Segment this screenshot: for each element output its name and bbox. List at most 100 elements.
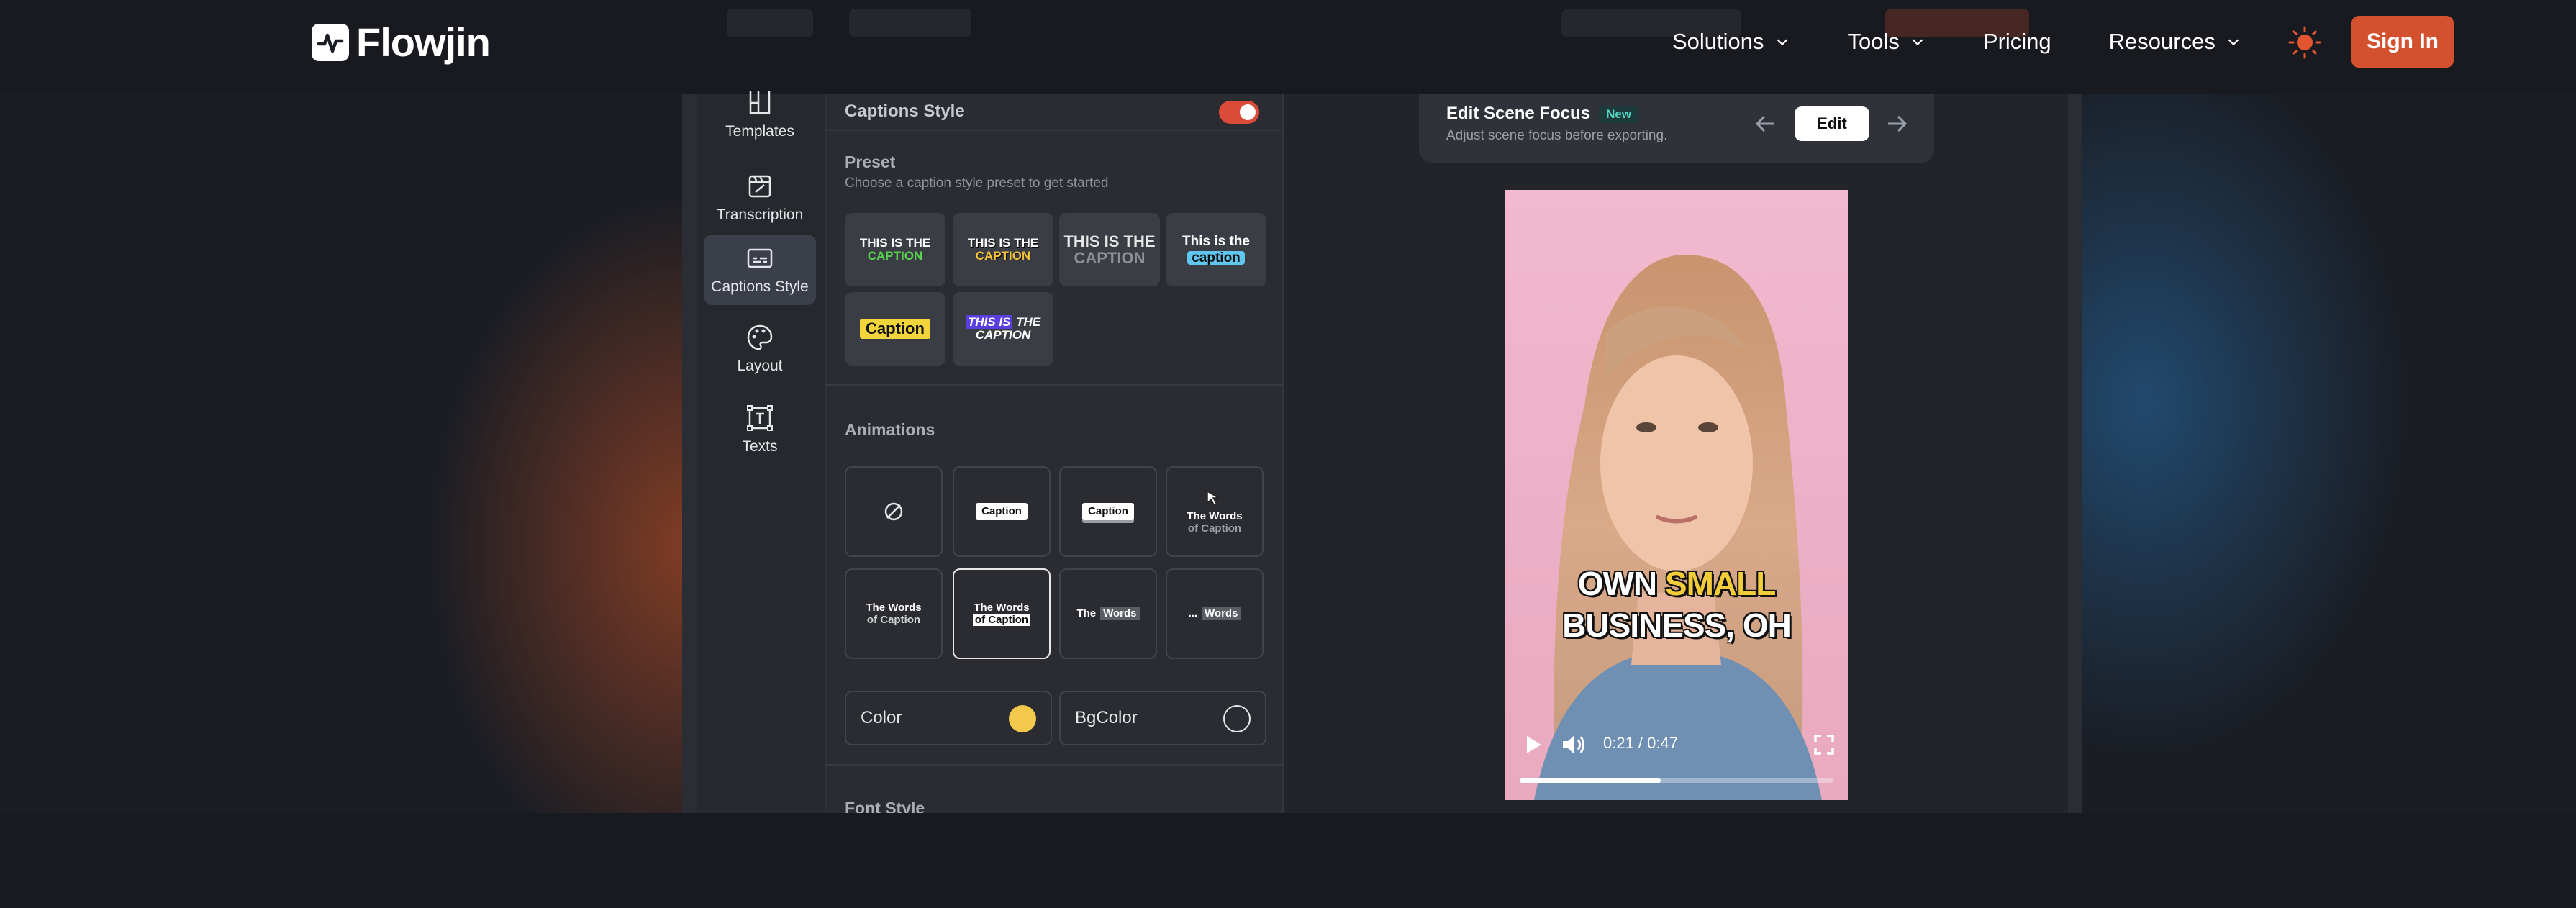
preset-title: Preset: [845, 153, 896, 171]
play-icon[interactable]: [1521, 732, 1546, 757]
captions-icon: [747, 248, 773, 268]
volume-icon[interactable]: [1560, 732, 1587, 757]
video-caption-line: OWN SMALL: [1505, 564, 1848, 603]
preset-line: THIS IS THE: [965, 315, 1040, 330]
sidebar-item-label: Layout: [737, 358, 783, 374]
animation-option[interactable]: Caption: [1059, 466, 1157, 557]
nav-label: Pricing: [1982, 29, 2051, 54]
preset-option[interactable]: THIS IS THE CAPTION: [953, 213, 1053, 286]
font-style-title: Font Style: [845, 799, 925, 813]
scene-title: Edit Scene Focus New: [1446, 104, 1639, 124]
video-caption-line: BUSINESS, OH: [1562, 607, 1792, 644]
animation-word: The Words: [1187, 509, 1243, 522]
nav-tools[interactable]: Tools: [1848, 29, 1926, 55]
preset-option[interactable]: THIS IS THE CAPTION: [845, 213, 945, 286]
color-label: Color: [861, 708, 902, 727]
main-nav: Solutions Tools Pricing Resources: [1672, 0, 2299, 83]
chevron-down-icon: [1912, 39, 1923, 46]
preset-line: THIS IS THE: [1063, 232, 1156, 250]
video-progress-fill: [1520, 778, 1661, 783]
preset-highlight: THIS IS: [965, 315, 1013, 330]
caption-word: OWN: [1577, 565, 1665, 602]
text-box-icon: [747, 405, 773, 431]
animation-label: Caption: [1082, 503, 1134, 520]
preset-subtitle: Choose a caption style preset to get sta…: [845, 176, 1109, 191]
animation-word: of Caption: [1187, 522, 1242, 535]
animation-option-selected[interactable]: The Words of Caption: [953, 568, 1051, 659]
animation-option[interactable]: ... Words: [1166, 568, 1264, 659]
video-progress-bar[interactable]: [1520, 778, 1833, 783]
bgcolor-field[interactable]: BgColor: [1059, 691, 1266, 745]
animation-word: The Words: [974, 601, 1030, 614]
sidebar-item-layout[interactable]: Layout: [704, 314, 816, 384]
animation-word: ...: [1188, 607, 1198, 620]
preset-line: THIS IS THE: [859, 236, 931, 250]
nav-resources[interactable]: Resources: [2109, 29, 2241, 55]
sun-icon: [2288, 26, 2321, 59]
logo[interactable]: Flowjin: [312, 19, 491, 65]
animation-option[interactable]: The Words of Caption: [845, 568, 943, 659]
templates-icon: [749, 91, 771, 114]
animation-option-none[interactable]: [845, 466, 943, 557]
color-field[interactable]: Color: [845, 691, 1052, 745]
sidebar-item-label: Captions Style: [711, 278, 809, 295]
fullscreen-icon[interactable]: [1813, 734, 1835, 755]
animation-option[interactable]: Caption: [953, 466, 1051, 557]
cursor-icon: [1207, 490, 1220, 507]
transcription-icon: [748, 175, 771, 198]
sign-in-button[interactable]: Sign In: [2351, 16, 2454, 68]
preset-option[interactable]: This is the caption: [1166, 213, 1266, 286]
chevron-down-icon: [2228, 39, 2239, 46]
editor-sidebar: Templates Transcription Captions Style L…: [697, 91, 826, 813]
captions-style-panel: Captions Style Preset Choose a caption s…: [826, 94, 1284, 813]
page-footer-area: [0, 813, 2576, 908]
video-frame-person: [1534, 255, 1822, 800]
sidebar-item-transcription[interactable]: Transcription: [704, 163, 816, 233]
animation-option[interactable]: The Words of Caption: [1166, 466, 1264, 557]
sidebar-item-label: Templates: [725, 123, 794, 140]
preset-option[interactable]: THIS IS THE CAPTION: [953, 292, 1053, 366]
arrow-right-icon: [1888, 115, 1908, 132]
next-button[interactable]: [1881, 108, 1913, 140]
nav-pricing[interactable]: Pricing: [1983, 29, 2051, 55]
animation-word: The Words: [866, 601, 922, 614]
edit-button[interactable]: Edit: [1795, 106, 1869, 141]
preset-line: CAPTION: [975, 328, 1031, 342]
preset-line: CAPTION: [1074, 249, 1146, 267]
none-icon: [884, 502, 903, 521]
color-swatch[interactable]: [1009, 705, 1036, 732]
sidebar-item-templates[interactable]: Templates: [704, 79, 816, 150]
video-preview[interactable]: OWN SMALL BUSINESS, OH 0:21 / 0:47: [1505, 190, 1848, 800]
preset-option[interactable]: Caption: [845, 292, 945, 366]
captions-toggle[interactable]: [1219, 101, 1259, 124]
new-badge: New: [1599, 105, 1639, 123]
animation-word: of Caption: [972, 614, 1031, 627]
video-controls: 0:21 / 0:47: [1505, 719, 1848, 800]
chevron-down-icon: [1777, 39, 1787, 46]
prev-button[interactable]: [1750, 108, 1782, 140]
logo-text: Flowjin: [356, 19, 491, 65]
sidebar-item-captions-style[interactable]: Captions Style: [704, 235, 816, 305]
sidebar-item-texts[interactable]: Texts: [704, 394, 816, 465]
animation-option[interactable]: The Words: [1059, 568, 1157, 659]
panel-header: Captions Style: [826, 94, 1282, 131]
nav-solutions[interactable]: Solutions: [1672, 29, 1790, 55]
bgcolor-swatch[interactable]: [1223, 705, 1251, 732]
scene-subtitle: Adjust scene focus before exporting.: [1446, 128, 1668, 143]
preset-line: caption: [1187, 250, 1245, 265]
ghost-toolbar-item: [849, 9, 971, 37]
animations-title: Animations: [845, 420, 935, 439]
preset-line: THIS IS THE: [967, 236, 1039, 250]
ghost-toolbar-item: [727, 9, 813, 37]
video-time: 0:21 / 0:47: [1603, 734, 1678, 752]
caption-highlight-word: SMALL: [1664, 565, 1776, 602]
section-divider: [826, 384, 1282, 386]
site-header: Flowjin Solutions Tools Pricing Resource…: [0, 0, 2576, 94]
arrow-left-icon: [1755, 115, 1774, 132]
preset-line: Caption: [860, 319, 930, 339]
preset-option[interactable]: THIS IS THE CAPTION: [1059, 213, 1160, 286]
theme-toggle[interactable]: [2288, 26, 2321, 59]
animation-word: The: [1076, 607, 1097, 620]
preset-line: CAPTION: [975, 249, 1031, 263]
preset-line: CAPTION: [867, 249, 923, 263]
